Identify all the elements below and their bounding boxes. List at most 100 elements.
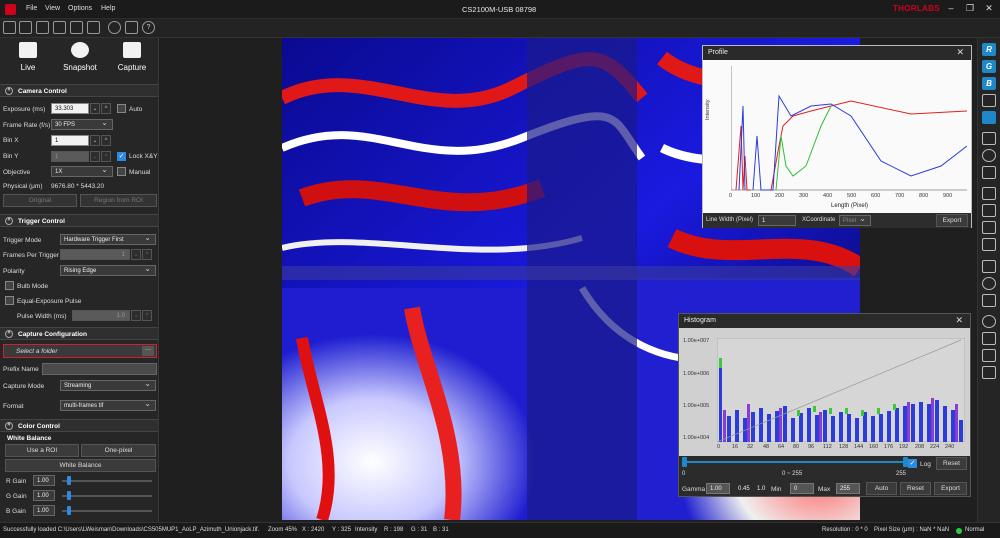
max-input[interactable]: 255 xyxy=(836,483,860,494)
bin-y-up-icon[interactable]: ^ xyxy=(101,151,111,162)
auto-checkbox[interactable] xyxy=(117,104,126,113)
window-icon[interactable] xyxy=(70,21,83,34)
link-icon[interactable] xyxy=(3,21,16,34)
frames-up-icon[interactable]: ^ xyxy=(142,249,152,260)
camera-control-header[interactable]: ^ Camera Control xyxy=(0,84,158,97)
polarity-select[interactable]: Rising Edge xyxy=(60,264,156,276)
capture-mode-select[interactable]: Streaming xyxy=(60,379,156,391)
trigger-control-header[interactable]: ^ Trigger Control xyxy=(0,214,158,227)
camera-icon[interactable] xyxy=(19,21,32,34)
snapshot-button[interactable]: Snapshot xyxy=(55,42,105,82)
frame-rate-select[interactable]: 30 FPS xyxy=(51,118,113,130)
histogram-export-button[interactable]: Export xyxy=(934,482,967,495)
film-icon[interactable] xyxy=(87,21,100,34)
bin-x-input[interactable]: 1 xyxy=(51,135,89,146)
exposure-up-icon[interactable]: ^ xyxy=(101,103,111,114)
histogram-close-icon[interactable]: ✕ xyxy=(955,315,963,326)
bin-y-input[interactable]: 1 xyxy=(51,151,89,162)
close-icon[interactable]: ✕ xyxy=(982,3,996,16)
grid-icon[interactable] xyxy=(982,166,996,179)
green-channel-button[interactable]: G xyxy=(982,60,996,73)
copy-icon[interactable] xyxy=(982,349,996,362)
white-balance-button[interactable]: White Balance xyxy=(5,459,156,472)
image-icon[interactable] xyxy=(53,21,66,34)
objective-select[interactable]: 1X xyxy=(51,165,113,177)
profile-icon[interactable] xyxy=(982,111,996,124)
color-control-header[interactable]: ^ Color Control xyxy=(0,419,158,432)
r-gain-slider-thumb[interactable] xyxy=(67,476,71,485)
g-gain-input[interactable]: 1.00 xyxy=(33,490,55,501)
histogram-reset-button[interactable]: Reset xyxy=(936,457,967,470)
fit-screen-icon[interactable] xyxy=(982,332,996,345)
menu-help[interactable]: Help xyxy=(101,5,115,12)
use-roi-button[interactable]: Use a ROI xyxy=(5,444,79,457)
ruler-icon[interactable] xyxy=(982,260,996,273)
menu-file[interactable]: File xyxy=(26,5,37,12)
rotate-right-icon[interactable] xyxy=(982,238,996,251)
eraser-icon[interactable] xyxy=(982,366,996,379)
exposure-down-icon[interactable]: ⌄ xyxy=(90,103,100,114)
prefix-name-input[interactable] xyxy=(42,363,157,375)
frames-per-trigger-input[interactable]: 1 xyxy=(60,249,130,260)
histogram-icon[interactable] xyxy=(982,94,996,107)
format-select[interactable]: multi-frames tif xyxy=(60,399,156,411)
pulse-width-input[interactable]: 1.0 xyxy=(72,310,130,321)
range-slider-track[interactable] xyxy=(685,461,905,463)
layers-icon[interactable] xyxy=(982,294,996,307)
capture-config-header[interactable]: ^ Capture Configuration xyxy=(0,327,158,340)
pulse-down-icon[interactable]: ⌄ xyxy=(131,310,141,321)
flip-horizontal-icon[interactable] xyxy=(982,187,996,200)
region-from-roi-button[interactable]: Region from ROI xyxy=(80,194,157,207)
equal-exposure-checkbox[interactable] xyxy=(5,296,14,305)
folder-picker[interactable]: Select a folder ··· xyxy=(3,344,157,358)
folder-icon[interactable] xyxy=(36,21,49,34)
original-button[interactable]: Original xyxy=(3,194,77,207)
profile-close-icon[interactable]: ✕ xyxy=(956,47,964,58)
xcoordinate-select[interactable]: Pixel xyxy=(839,214,871,226)
g-gain-slider-track[interactable] xyxy=(62,495,152,497)
pulse-up-icon[interactable]: ^ xyxy=(142,310,152,321)
bin-y-down-icon[interactable]: ⌄ xyxy=(90,151,100,162)
r-gain-input[interactable]: 1.00 xyxy=(33,475,55,486)
browse-button[interactable]: ··· xyxy=(142,346,154,356)
lock-xy-checkbox[interactable]: ✓ xyxy=(117,152,126,161)
histogram-auto-button[interactable]: Auto xyxy=(866,482,897,495)
rectangle-roi-icon[interactable] xyxy=(982,132,996,145)
log-checkbox[interactable]: ✓ xyxy=(908,459,917,468)
settings-icon[interactable] xyxy=(108,21,121,34)
blue-channel-button[interactable]: B xyxy=(982,77,996,90)
flip-vertical-icon[interactable] xyxy=(982,204,996,217)
crosshair-icon[interactable] xyxy=(982,315,996,328)
menu-options[interactable]: Options xyxy=(68,5,92,12)
palette-icon[interactable] xyxy=(982,277,996,290)
one-pixel-button[interactable]: One-pixel xyxy=(81,444,156,457)
gamma-input[interactable]: 1.00 xyxy=(706,483,730,494)
capture-button[interactable]: Capture xyxy=(107,42,157,82)
frames-down-icon[interactable]: ⌄ xyxy=(131,249,141,260)
range-min-thumb[interactable] xyxy=(682,457,687,467)
min-input[interactable]: 0 xyxy=(790,483,814,494)
profile-export-button[interactable]: Export xyxy=(936,214,968,227)
b-gain-input[interactable]: 1.00 xyxy=(33,505,55,516)
line-width-input[interactable]: 1 xyxy=(758,215,796,226)
bin-x-up-icon[interactable]: ^ xyxy=(101,135,111,146)
bulb-mode-checkbox[interactable] xyxy=(5,281,14,290)
exposure-input[interactable]: 33.303 xyxy=(51,103,89,114)
menu-view[interactable]: View xyxy=(45,5,60,12)
minimize-icon[interactable]: – xyxy=(944,3,958,16)
trigger-mode-select[interactable]: Hardware Trigger First xyxy=(60,233,156,245)
live-button[interactable]: Live xyxy=(3,42,53,82)
b-gain-slider-track[interactable] xyxy=(62,510,152,512)
red-channel-button[interactable]: R xyxy=(982,43,996,56)
ellipse-roi-icon[interactable] xyxy=(982,149,996,162)
g-gain-slider-thumb[interactable] xyxy=(67,491,71,500)
manual-checkbox[interactable] xyxy=(117,167,126,176)
bin-x-down-icon[interactable]: ⌄ xyxy=(90,135,100,146)
b-gain-slider-thumb[interactable] xyxy=(67,506,71,515)
histogram-reset2-button[interactable]: Reset xyxy=(900,482,931,495)
mail-icon[interactable] xyxy=(125,21,138,34)
help-icon[interactable]: ? xyxy=(142,21,155,34)
maximize-icon[interactable]: ❐ xyxy=(963,3,977,16)
r-gain-slider-track[interactable] xyxy=(62,480,152,482)
rotate-left-icon[interactable] xyxy=(982,221,996,234)
